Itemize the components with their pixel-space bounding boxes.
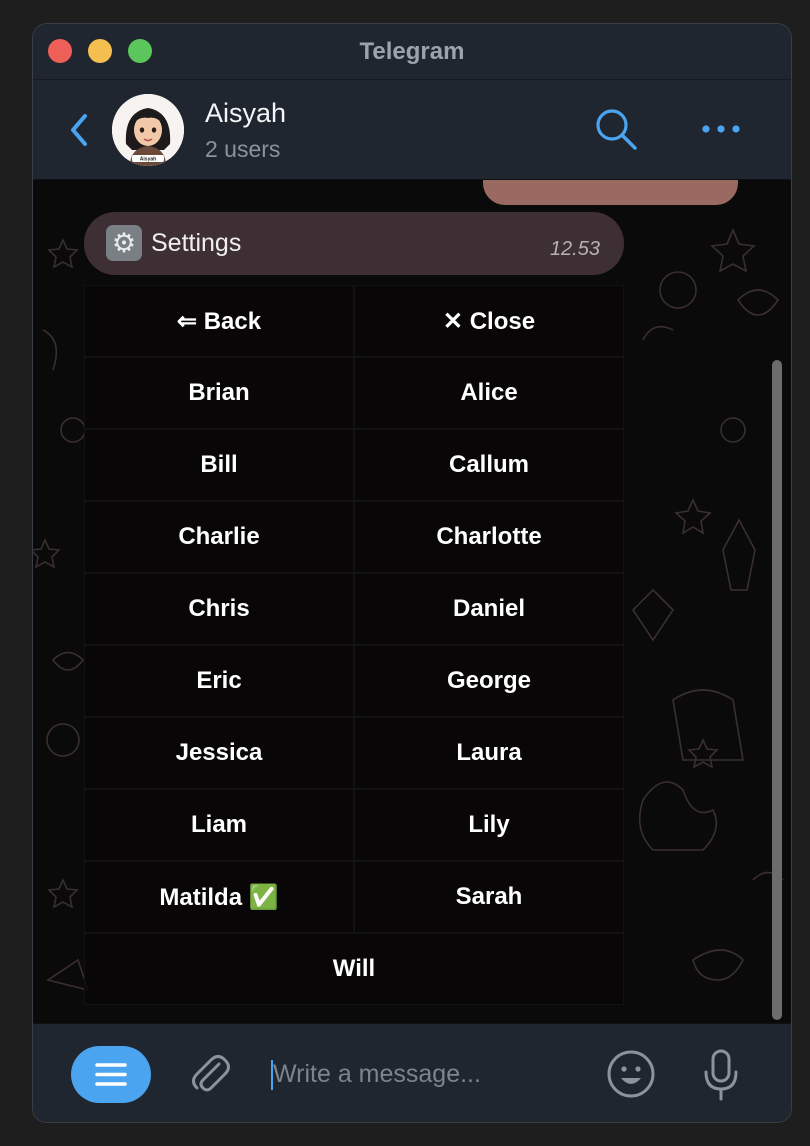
settings-message-bubble: ⚙ Settings 12.53	[84, 212, 624, 275]
previous-outgoing-message	[483, 180, 738, 205]
keyboard-button[interactable]: Bill	[84, 429, 354, 501]
keyboard-button[interactable]: Will	[84, 933, 624, 1005]
keyboard-button[interactable]: George	[354, 645, 624, 717]
keyboard-button[interactable]: Alice	[354, 357, 624, 429]
title-bar: Telegram	[33, 24, 791, 80]
chat-member-count: 2 users	[205, 136, 281, 162]
bot-menu-button[interactable]	[71, 1046, 151, 1103]
keyboard-button[interactable]: Brian	[84, 357, 354, 429]
microphone-icon[interactable]	[699, 1048, 743, 1102]
chat-header: Aisyah Aisyah 2 users	[33, 80, 791, 180]
avatar-caption: Aisyah	[140, 157, 156, 163]
keyboard-button[interactable]: Charlotte	[354, 501, 624, 573]
search-icon[interactable]	[593, 106, 639, 152]
gear-icon: ⚙	[106, 225, 142, 261]
keyboard-button[interactable]: Callum	[354, 429, 624, 501]
scrollbar[interactable]	[772, 360, 782, 1020]
keyboard-button[interactable]: Charlie	[84, 501, 354, 573]
telegram-window: Telegram Aisyah Aisyah 2 users ⚙ Setting…	[33, 24, 791, 1122]
keyboard-button[interactable]: Liam	[84, 789, 354, 861]
inline-keyboard: ⇐ Back ✕ Close Brian Alice Bill Callum Charlie…	[84, 285, 624, 1005]
keyboard-button[interactable]: Jessica	[84, 717, 354, 789]
avatar[interactable]: Aisyah	[112, 94, 184, 166]
keyboard-button[interactable]: Chris	[84, 573, 354, 645]
menu-icon	[95, 1063, 127, 1086]
avatar-illustration: Aisyah	[112, 94, 184, 166]
message-time: 12.53	[549, 238, 600, 260]
message-input[interactable]	[273, 1054, 573, 1094]
back-chevron-icon[interactable]	[65, 112, 95, 148]
paperclip-icon[interactable]	[185, 1048, 235, 1098]
window-title: Telegram	[359, 38, 465, 65]
more-options-icon[interactable]	[698, 114, 744, 144]
keyboard-button[interactable]: Eric	[84, 645, 354, 717]
chat-area: ⚙ Settings 12.53 ⇐ Back ✕ Close Brian Alice…	[33, 180, 791, 1023]
keyboard-button[interactable]: Laura	[354, 717, 624, 789]
message-title: Settings	[151, 229, 242, 257]
message-composer	[33, 1023, 791, 1122]
keyboard-button[interactable]: Matilda ✅	[84, 861, 354, 933]
chat-name[interactable]: Aisyah	[205, 98, 286, 129]
keyboard-button[interactable]: ⇐ Back	[84, 285, 354, 357]
emoji-icon[interactable]	[605, 1048, 657, 1100]
keyboard-button[interactable]: ✕ Close	[354, 285, 624, 357]
keyboard-button[interactable]: Lily	[354, 789, 624, 861]
keyboard-button[interactable]: Daniel	[354, 573, 624, 645]
keyboard-button[interactable]: Sarah	[354, 861, 624, 933]
